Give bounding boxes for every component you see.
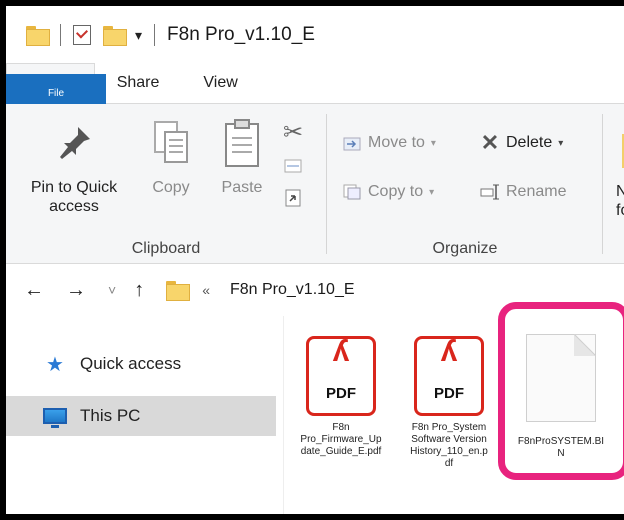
- organize-group-label: Organize: [432, 240, 498, 257]
- recent-locations-chevron-icon[interactable]: ˅: [108, 282, 116, 298]
- address-bar-row: ← → ˅ ↑ « F8n Pro_v1.10_E: [6, 264, 624, 316]
- back-arrow-icon[interactable]: ←: [24, 279, 44, 302]
- file-item[interactable]: ʎ PDF F8n Pro_System Software Version Hi…: [394, 326, 504, 470]
- folder-icon: [166, 281, 191, 301]
- file-name-line: History_110_en.p: [410, 446, 488, 457]
- nav-item-this-pc[interactable]: This PC: [6, 396, 276, 436]
- divider: [154, 24, 156, 46]
- file-item-selected[interactable]: F8nProSYSTEM.BI N: [506, 326, 616, 460]
- nav-item-label: Quick access: [80, 354, 182, 373]
- clipboard-small-buttons: ✂: [278, 114, 308, 214]
- rename-button[interactable]: Rename: [480, 183, 566, 201]
- chevron-down-icon: ▾: [430, 137, 436, 149]
- divider: [602, 114, 603, 254]
- file-item[interactable]: ʎ PDF F8n Pro_Firmware_Up date_Guide_E.p…: [286, 326, 396, 458]
- up-arrow-icon[interactable]: ↑: [134, 279, 144, 302]
- address-overflow[interactable]: «: [202, 282, 210, 298]
- paste-button[interactable]: Paste: [214, 114, 270, 197]
- pdf-icon-text: PDF: [326, 385, 356, 402]
- new-folder-label[interactable]: N fo: [616, 182, 624, 220]
- tab-view[interactable]: View: [181, 63, 259, 103]
- ribbon-home: Pin to Quick access Copy Paste ✂ Clipboa…: [6, 104, 624, 264]
- file-name-line: F8n Pro_System: [411, 422, 487, 433]
- rename-label: Rename: [506, 183, 567, 200]
- address-path[interactable]: F8n Pro_v1.10_E: [230, 281, 355, 299]
- explorer-window: ▾ F8n Pro_v1.10_E File Home Share View P…: [0, 0, 624, 520]
- chevron-down-icon: ▾: [558, 137, 564, 149]
- new-folder-label-line1: N: [616, 182, 624, 201]
- customize-toolbar-dropdown-icon[interactable]: ▾: [135, 27, 142, 44]
- move-to-label: Move to: [368, 134, 425, 151]
- pdf-file-icon: ʎ PDF: [306, 336, 376, 416]
- tab-share[interactable]: Share: [95, 63, 182, 103]
- nav-item-quick-access[interactable]: ★ Quick access: [6, 344, 276, 384]
- delete-x-icon: ✕: [480, 130, 500, 155]
- pin-label-line2: access: [49, 198, 99, 215]
- nav-item-label: This PC: [80, 406, 141, 425]
- folder-icon: [26, 26, 50, 46]
- copy-to-button[interactable]: Copy to ▾: [342, 183, 434, 201]
- ribbon-tabs: File Home Share View: [6, 63, 624, 114]
- paste-label: Paste: [221, 179, 263, 196]
- copy-label: Copy: [152, 179, 190, 196]
- title-bar: ▾ F8n Pro_v1.10_E: [6, 6, 624, 64]
- file-name-line: date_Guide_E.pdf: [300, 446, 382, 457]
- navigation-pane: ★ Quick access This PC: [6, 316, 276, 514]
- new-folder-label-line2: fo: [616, 202, 624, 219]
- file-name-line: N: [557, 448, 565, 459]
- clipboard-group: Pin to Quick access Copy Paste ✂ Clipboa…: [6, 104, 326, 264]
- file-list: ʎ PDF F8n Pro_Firmware_Up date_Guide_E.p…: [284, 316, 624, 514]
- file-name-line: Pro_Firmware_Up: [300, 434, 382, 445]
- pane-splitter[interactable]: [276, 316, 284, 514]
- this-pc-icon: [42, 406, 68, 428]
- file-name-line: F8nProSYSTEM.BI: [517, 436, 605, 447]
- copy-icon: [146, 114, 196, 172]
- delete-label: Delete: [506, 134, 553, 151]
- pdf-icon-text: PDF: [434, 385, 464, 402]
- chevron-down-icon: ▾: [429, 186, 435, 198]
- address-bar[interactable]: « F8n Pro_v1.10_E: [166, 281, 355, 301]
- divider: [326, 114, 327, 254]
- copy-path-icon[interactable]: [278, 150, 308, 182]
- pin-to-quick-access-button[interactable]: Pin to Quick access: [14, 114, 134, 216]
- forward-arrow-icon[interactable]: →: [66, 279, 86, 302]
- organize-group: Move to ▾ ✕ Delete ▾ Copy to ▾ Rename Or…: [328, 104, 602, 264]
- move-to-button[interactable]: Move to ▾: [342, 134, 436, 152]
- copy-button[interactable]: Copy: [146, 114, 196, 197]
- copy-to-label: Copy to: [368, 183, 424, 200]
- pin-label-line1: Pin to Quick: [30, 179, 118, 196]
- pdf-file-icon: ʎ PDF: [414, 336, 484, 416]
- divider: [60, 24, 61, 46]
- rename-icon: [480, 183, 500, 201]
- new-group-partial: N fo: [604, 104, 624, 264]
- delete-button[interactable]: ✕ Delete ▾: [480, 130, 564, 155]
- move-to-icon: [342, 134, 362, 152]
- file-name-line: F8n: [332, 422, 350, 433]
- new-folder-icon[interactable]: [103, 26, 127, 46]
- paste-icon: [214, 114, 270, 172]
- cut-icon[interactable]: ✂: [278, 114, 308, 150]
- blank-file-icon: [526, 334, 596, 422]
- file-name-line: Software Version: [411, 434, 487, 445]
- properties-check-icon[interactable]: [73, 25, 91, 45]
- file-name-line: df: [444, 458, 454, 469]
- clipboard-group-label: Clipboard: [131, 240, 201, 257]
- copy-to-icon: [342, 183, 362, 201]
- star-icon: ★: [46, 353, 64, 376]
- pin-icon: [14, 114, 134, 172]
- window-title: F8n Pro_v1.10_E: [167, 24, 315, 45]
- paste-shortcut-icon[interactable]: [278, 182, 308, 214]
